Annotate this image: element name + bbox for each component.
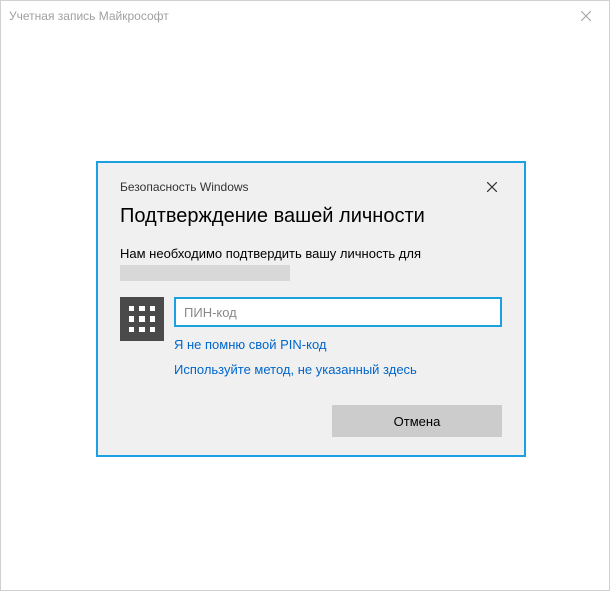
outer-titlebar: Учетная запись Майкрософт (1, 1, 609, 31)
outer-window-title: Учетная запись Майкрософт (9, 9, 169, 23)
pin-row: Я не помню свой PIN-код Используйте мето… (120, 297, 502, 377)
dialog-close-button[interactable] (482, 177, 502, 197)
keypad-icon (120, 297, 164, 341)
outer-close-button[interactable] (563, 1, 609, 31)
close-icon (487, 182, 497, 192)
button-row: Отмена (120, 405, 502, 437)
redacted-identity (120, 265, 290, 281)
close-icon (581, 11, 591, 21)
security-dialog: Безопасность Windows Подтверждение вашей… (96, 161, 526, 457)
dialog-heading: Подтверждение вашей личности (120, 205, 502, 228)
cancel-button[interactable]: Отмена (332, 405, 502, 437)
dialog-body-text: Нам необходимо подтвердить вашу личность… (120, 246, 502, 261)
pin-input[interactable] (174, 297, 502, 327)
outer-window: Учетная запись Майкрософт Безопасность W… (0, 0, 610, 591)
pin-column: Я не помню свой PIN-код Используйте мето… (174, 297, 502, 377)
dialog-titlebar: Безопасность Windows (120, 177, 502, 197)
alt-method-link[interactable]: Используйте метод, не указанный здесь (174, 362, 502, 377)
forgot-pin-link[interactable]: Я не помню свой PIN-код (174, 337, 502, 352)
dialog-title-small: Безопасность Windows (120, 180, 249, 194)
